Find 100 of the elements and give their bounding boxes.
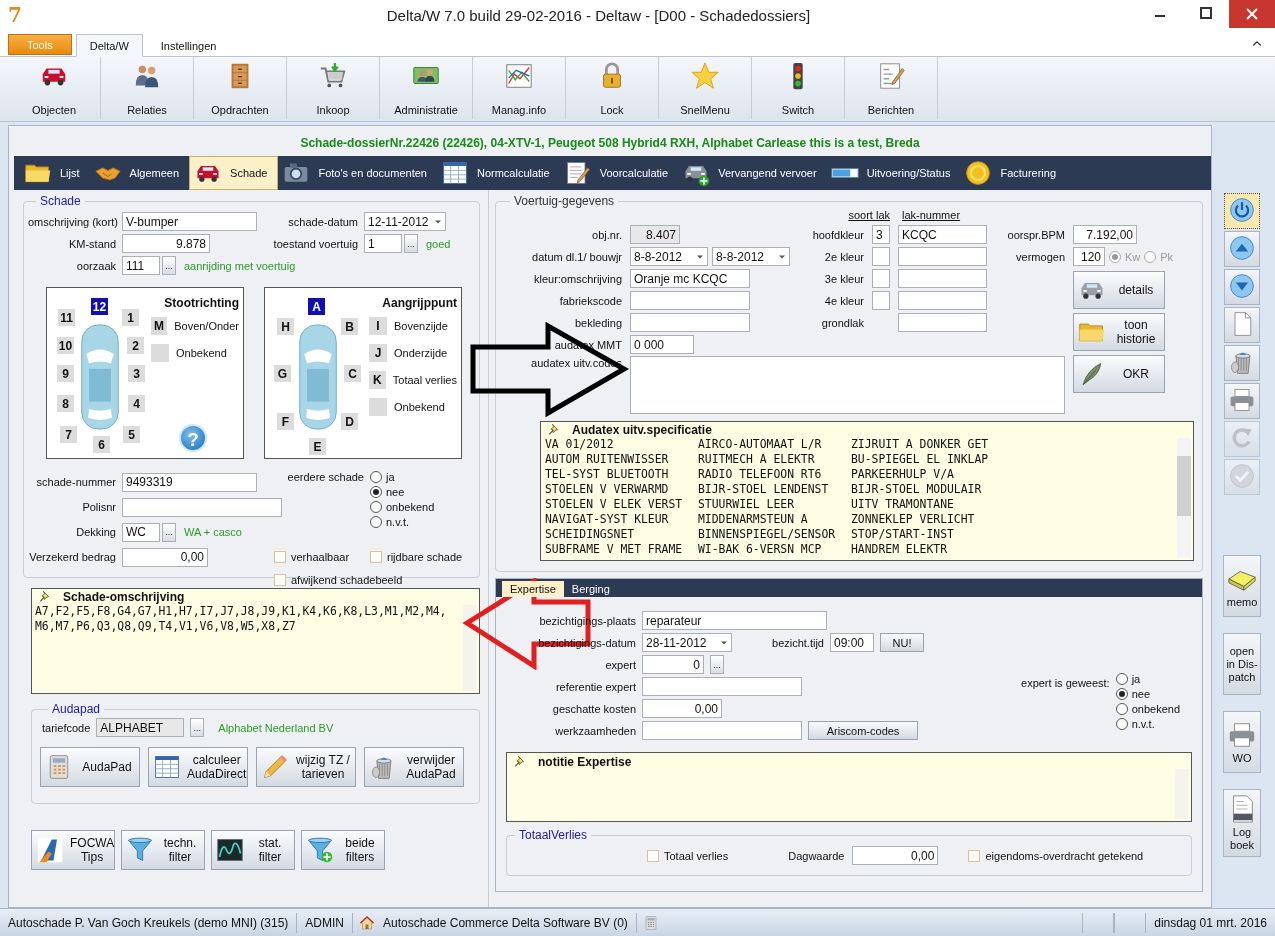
ribbon-tab[interactable]: Instellingen (146, 34, 231, 57)
radio-button[interactable] (370, 471, 382, 483)
tab[interactable]: Uitvoering/Status (826, 156, 961, 190)
browse-button[interactable]: ... (162, 522, 176, 542)
input-field[interactable]: 1 (364, 234, 402, 253)
input-field[interactable]: 8.407 (630, 225, 680, 244)
input-field[interactable] (630, 291, 750, 310)
position-button[interactable]: 3 (128, 365, 145, 382)
scrollbar[interactable] (1177, 438, 1191, 558)
input-field[interactable] (872, 247, 890, 266)
now-button[interactable]: NU! (880, 633, 924, 652)
input-field[interactable] (898, 247, 987, 266)
ribbon-button[interactable]: Objecten (8, 57, 101, 119)
ribbon-button[interactable]: Administratie (380, 57, 473, 119)
position-button[interactable]: D (341, 413, 358, 430)
toolbar-button[interactable] (1224, 307, 1260, 343)
tool-button[interactable]: calculeer AudaDirect (148, 747, 248, 787)
input-field[interactable] (642, 677, 802, 696)
browse-button[interactable]: ... (162, 256, 176, 275)
input-field[interactable]: 9493319 (122, 472, 257, 492)
option-button[interactable]: J (369, 344, 387, 362)
tool-button[interactable]: OKR (1073, 355, 1165, 393)
tab[interactable]: Algemeen (89, 156, 190, 190)
tool-button[interactable]: wijzig TZ / tarieven (256, 747, 356, 787)
input-field[interactable]: reparateur (642, 611, 827, 630)
position-button[interactable]: C (344, 365, 361, 382)
ribbon-button[interactable]: Opdrachten (194, 57, 287, 119)
browse-button[interactable]: ... (710, 655, 724, 674)
position-button[interactable]: 1 (122, 309, 139, 326)
input-field[interactable]: ALPHABET (96, 718, 185, 737)
radio-button[interactable] (1109, 250, 1121, 263)
checkbox[interactable] (370, 551, 382, 563)
input-field[interactable]: 0 000 (630, 335, 694, 354)
side-button[interactable]: memo (1223, 555, 1261, 617)
input-field[interactable]: Oranje mc KCQC (630, 269, 750, 288)
input-field[interactable]: 0 (642, 655, 704, 674)
position-button[interactable]: 8 (57, 395, 74, 412)
position-button[interactable]: 12 (91, 298, 108, 315)
input-field[interactable]: 0,00 (642, 699, 722, 718)
position-button[interactable]: 4 (128, 395, 145, 412)
input-field[interactable] (872, 269, 890, 288)
tool-button[interactable]: stat. filter (211, 830, 295, 870)
tool-button[interactable]: FOCWA Tips (31, 830, 115, 870)
ribbon-button[interactable]: Relaties (101, 57, 194, 119)
ribbon-button[interactable]: Lock (566, 57, 659, 119)
checkbox[interactable] (274, 574, 286, 586)
ribbon-tab[interactable]: Delta/W (75, 34, 143, 57)
radio-button[interactable] (1115, 673, 1128, 685)
input-field[interactable] (642, 721, 802, 740)
ribbon-button[interactable]: SnelMenu (659, 57, 752, 119)
input-field[interactable]: 0,00 (122, 547, 208, 567)
browse-button[interactable]: ... (190, 718, 205, 737)
input-field[interactable]: 3 (872, 225, 890, 244)
tab[interactable]: Schade (189, 156, 279, 190)
text-area[interactable] (630, 356, 1065, 414)
radio-button[interactable] (1115, 718, 1128, 730)
checkbox[interactable] (274, 551, 286, 563)
radio-button[interactable] (1115, 703, 1128, 715)
ribbon-button[interactable]: Berichten (845, 57, 938, 119)
input-field[interactable] (898, 291, 987, 310)
tool-button[interactable]: AudaPad (40, 747, 140, 787)
input-field[interactable] (122, 497, 282, 517)
close-icon[interactable] (1229, 0, 1275, 28)
position-button[interactable]: G (274, 365, 291, 382)
browse-button[interactable]: ... (404, 234, 418, 253)
checkbox[interactable] (647, 849, 659, 862)
codes-button[interactable]: Ariscom-codes (808, 721, 918, 740)
tab[interactable]: Normcalculatie (436, 156, 560, 190)
tool-button[interactable]: toon historie (1073, 313, 1165, 351)
input-field[interactable] (630, 313, 750, 332)
toolbar-button[interactable] (1224, 269, 1260, 305)
position-button[interactable]: B (341, 318, 358, 335)
tool-button[interactable]: techn. filter (121, 830, 205, 870)
position-button[interactable]: 9 (57, 365, 74, 382)
scrollbar[interactable] (463, 605, 477, 691)
input-field[interactable]: KCQC (898, 225, 987, 244)
tab[interactable]: Facturering (960, 156, 1067, 190)
input-field[interactable]: 09:00 (830, 633, 874, 652)
tab[interactable]: Lijst (20, 156, 90, 190)
side-button[interactable]: WO (1223, 711, 1261, 773)
input-field[interactable]: 120 (1073, 247, 1105, 266)
option-button[interactable]: K (369, 371, 386, 389)
input-field[interactable] (898, 313, 987, 332)
radio-button[interactable] (370, 516, 382, 528)
option-button[interactable]: I (369, 317, 387, 335)
toolbar-button[interactable] (1224, 383, 1260, 419)
toolbar-button[interactable] (1224, 193, 1260, 229)
tool-button[interactable]: details (1073, 271, 1165, 309)
input-field[interactable]: 7.192,00 (1073, 225, 1137, 244)
position-button[interactable]: 5 (123, 426, 140, 443)
position-button[interactable]: 6 (93, 436, 110, 453)
input-field[interactable]: V-bumper (122, 212, 257, 231)
tab[interactable]: Vervangend vervoer (678, 156, 827, 190)
position-button[interactable]: 11 (58, 309, 75, 326)
position-button[interactable]: 10 (57, 337, 74, 354)
tab[interactable]: Voorcalculatie (559, 156, 679, 190)
tool-button[interactable]: beide filters (301, 830, 385, 870)
input-field[interactable]: 9.878 (122, 234, 210, 253)
position-button[interactable]: F (277, 413, 294, 430)
radio-button[interactable] (1115, 688, 1128, 700)
